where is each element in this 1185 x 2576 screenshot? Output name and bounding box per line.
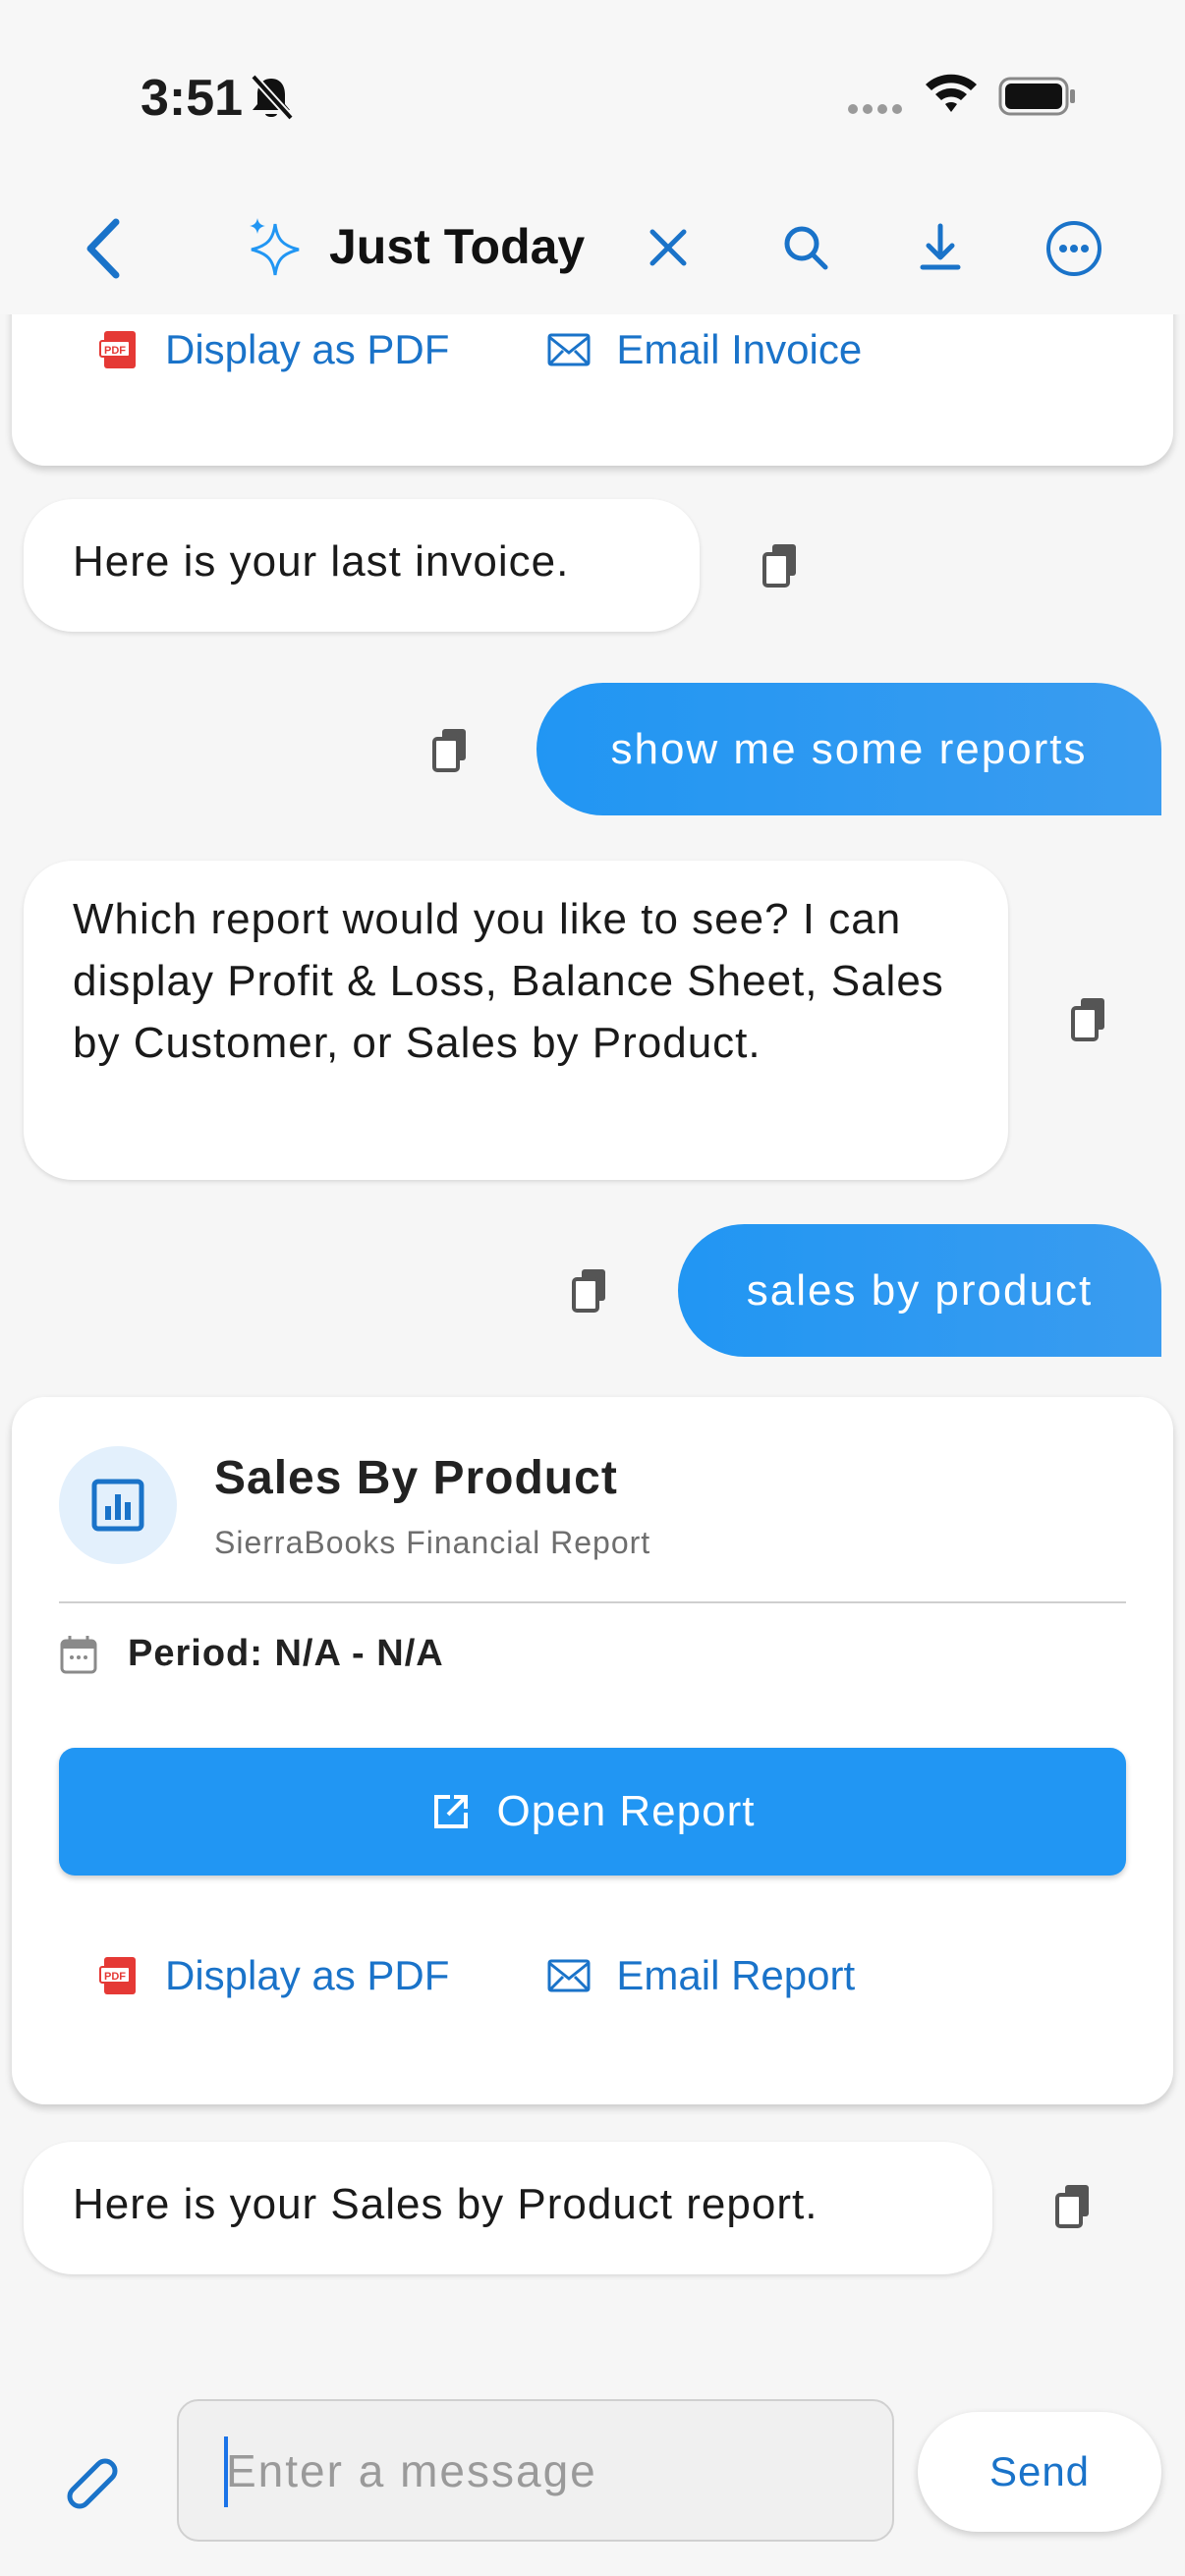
mail-icon — [547, 1959, 591, 1992]
copy-icon[interactable] — [759, 540, 802, 589]
message-placeholder: Enter a message — [226, 2444, 597, 2496]
sparkle-icon — [250, 218, 300, 276]
wifi-icon — [926, 74, 977, 112]
bot-message: Which report would you like to see? I ca… — [24, 861, 1008, 1180]
pdf-file-icon: PDF — [99, 331, 136, 368]
open-report-button[interactable]: Open Report — [59, 1748, 1126, 1876]
message-input[interactable]: Enter a message — [177, 2399, 894, 2542]
invoice-actions: PDF Display as PDF Email Invoice — [98, 326, 862, 373]
copy-icon[interactable] — [1067, 994, 1110, 1043]
download-icon[interactable] — [911, 218, 970, 277]
status-time: 3:51 — [141, 70, 244, 127]
pdf-file-icon: PDF — [99, 1957, 136, 1994]
email-invoice-label: Email Invoice — [616, 326, 863, 372]
message-text: sales by product — [746, 1265, 1094, 1315]
message-text: Which report would you like to see? I ca… — [73, 895, 944, 1067]
report-subtitle: SierraBooks Financial Report — [214, 1525, 651, 1560]
copy-icon[interactable] — [568, 1265, 611, 1315]
close-icon[interactable] — [639, 218, 698, 277]
copy-icon[interactable] — [1051, 2181, 1095, 2230]
message-text: Here is your Sales by Product report. — [73, 2180, 818, 2228]
email-invoice-button[interactable]: Email Invoice — [547, 326, 862, 373]
bot-message: Here is your Sales by Product report. — [24, 2142, 992, 2274]
invoice-card: PDF Display as PDF Email Invoice — [12, 314, 1173, 466]
bar-chart-icon — [91, 1479, 144, 1532]
email-report-label: Email Report — [616, 1952, 856, 1998]
report-avatar — [59, 1446, 177, 1564]
user-message: show me some reports — [536, 683, 1161, 815]
message-text: Here is your last invoice. — [73, 537, 570, 586]
display-pdf-label: Display as PDF — [165, 326, 450, 372]
divider — [59, 1601, 1126, 1603]
period-row: Period: N/A - N/A — [59, 1633, 444, 1675]
send-label: Send — [988, 2448, 1091, 2494]
page-title: Just Today — [329, 219, 586, 274]
mail-icon — [547, 333, 591, 366]
user-message: sales by product — [678, 1224, 1161, 1357]
email-report-button[interactable]: Email Report — [547, 1952, 855, 1999]
signal-dots-icon — [848, 104, 902, 114]
report-actions: PDF Display as PDF Email Report — [98, 1952, 855, 1999]
text-caret — [224, 2436, 228, 2507]
open-external-icon — [433, 1795, 468, 1828]
message-text: show me some reports — [610, 724, 1088, 773]
bell-off-icon — [251, 74, 294, 121]
display-pdf-button[interactable]: PDF Display as PDF — [98, 326, 449, 373]
report-title: Sales By Product — [214, 1452, 618, 1504]
report-card: Sales By Product SierraBooks Financial R… — [12, 1397, 1173, 2104]
display-pdf-button[interactable]: PDF Display as PDF — [98, 1952, 449, 1999]
back-chevron-icon[interactable] — [79, 214, 128, 283]
search-icon[interactable] — [776, 218, 835, 277]
svg-text:PDF: PDF — [104, 1971, 126, 1983]
chat-scroll-area[interactable]: PDF Display as PDF Email Invoice Here is… — [0, 314, 1185, 2358]
open-report-label: Open Report — [496, 1787, 756, 1835]
send-button[interactable]: Send — [918, 2412, 1161, 2532]
calendar-icon — [60, 1635, 97, 1673]
bot-message: Here is your last invoice. — [24, 499, 700, 632]
more-options-icon[interactable] — [1044, 218, 1104, 279]
battery-icon — [998, 77, 1075, 116]
svg-text:PDF: PDF — [104, 345, 126, 357]
nav-bar: Just Today — [0, 187, 1185, 314]
display-pdf-label: Display as PDF — [165, 1952, 450, 1998]
period-label: Period: N/A - N/A — [128, 1633, 444, 1674]
status-bar: 3:51 — [0, 0, 1185, 187]
message-composer: Enter a message Send — [0, 2358, 1185, 2576]
paperclip-icon[interactable] — [59, 2446, 128, 2515]
copy-icon[interactable] — [428, 725, 472, 774]
